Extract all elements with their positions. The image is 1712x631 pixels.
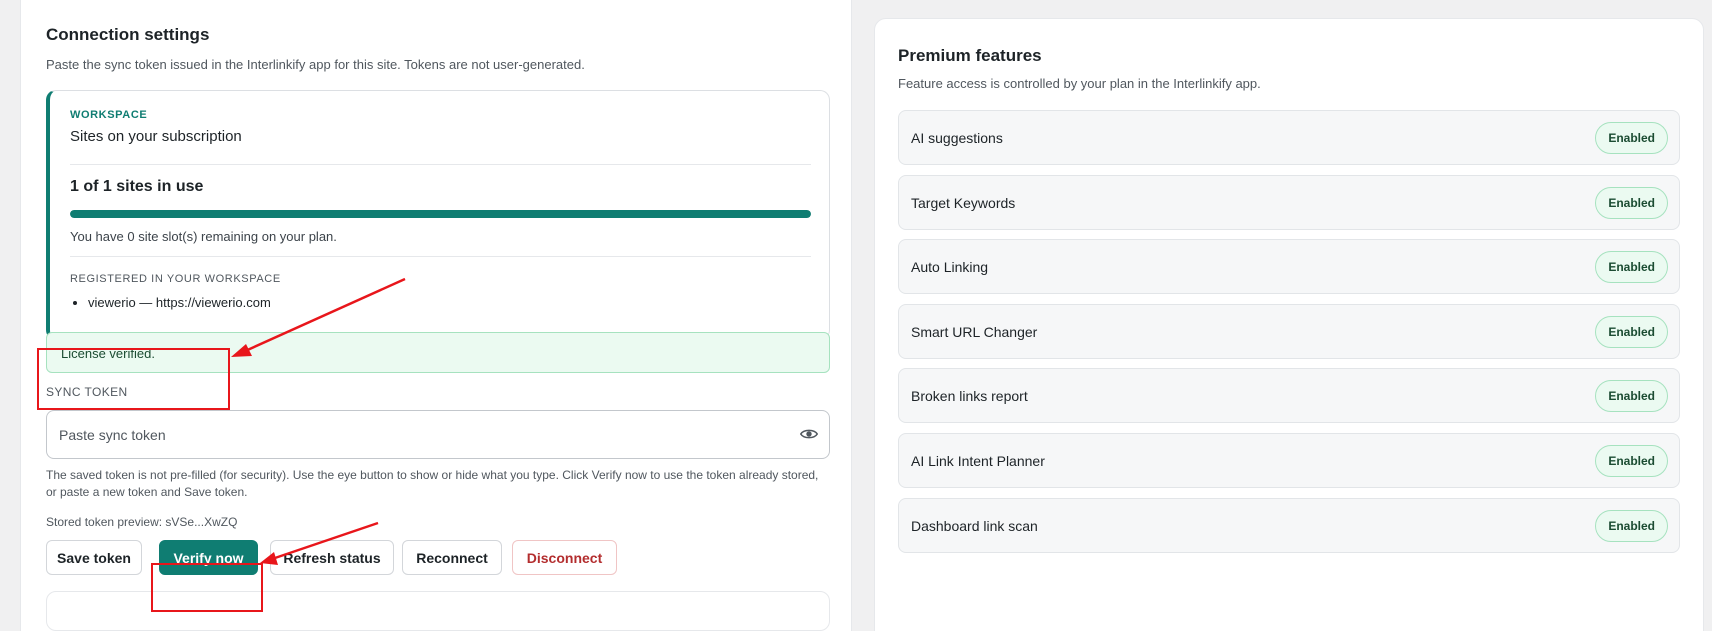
arrow-head [260, 552, 278, 565]
annotation-arrows [231, 277, 406, 565]
arrow-head [231, 344, 252, 357]
